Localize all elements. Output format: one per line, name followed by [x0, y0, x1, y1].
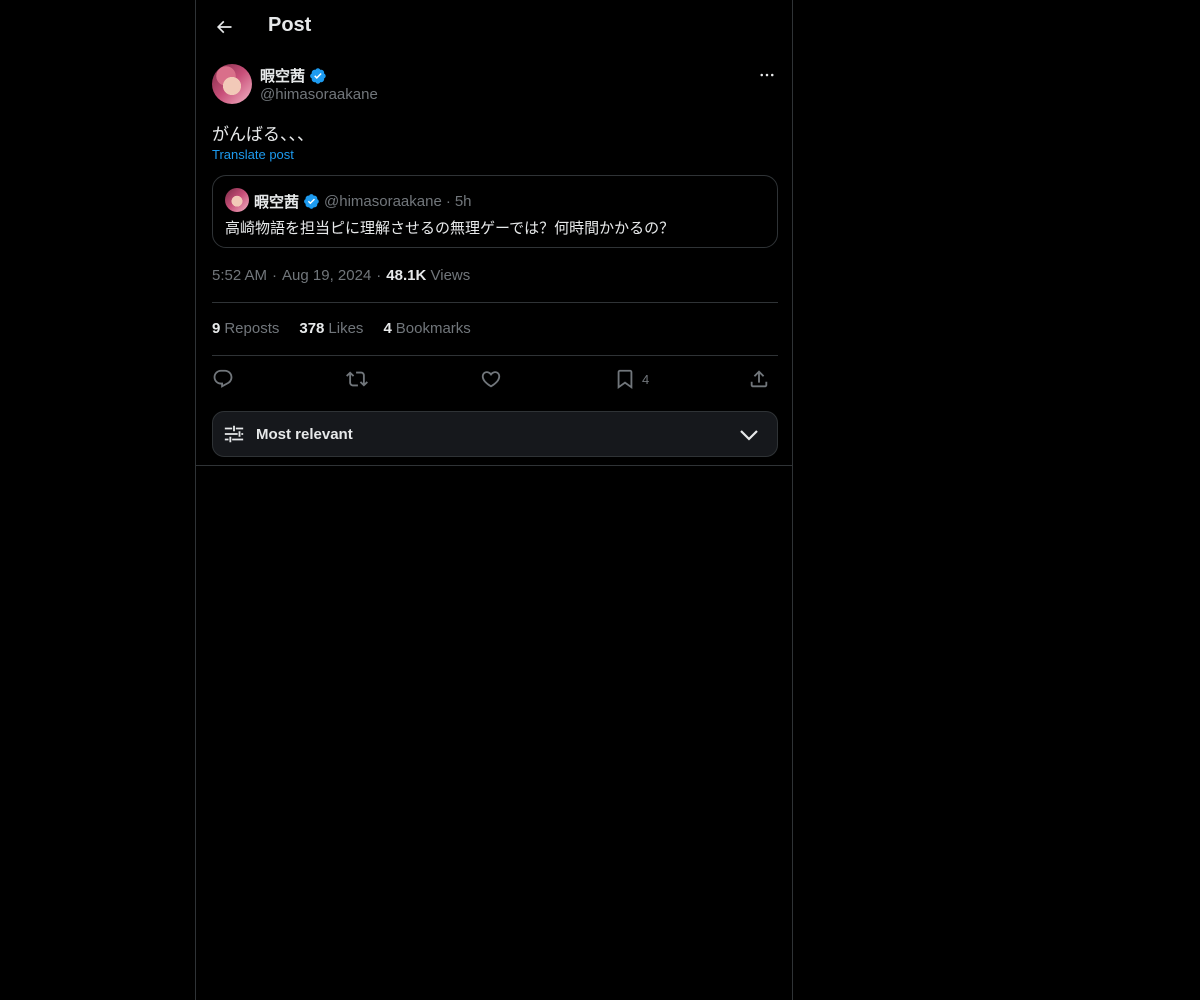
reposts-count: 9: [212, 320, 221, 337]
quote-avatar: [225, 188, 249, 212]
reposts-stat[interactable]: 9 Reposts: [212, 320, 279, 337]
sort-label: Most relevant: [256, 426, 353, 443]
quote-header: 暇空茜 @himasoraakane · 5h: [254, 191, 472, 212]
author-name[interactable]: 暇空茜: [260, 65, 305, 86]
share-button[interactable]: [748, 366, 770, 392]
reply-icon: [213, 369, 233, 388]
quote-timestamp: 5h: [454, 193, 472, 210]
meta-separator: ·: [376, 267, 382, 284]
post-author: 暇空茜 @himasoraakane: [212, 64, 778, 108]
bookmarks-stat[interactable]: 4 Bookmarks: [383, 320, 470, 337]
author-handle[interactable]: @himasoraakane: [260, 86, 378, 103]
bookmark-button[interactable]: 4: [614, 366, 649, 392]
avatar[interactable]: [212, 64, 252, 104]
divider: [212, 302, 778, 303]
verified-badge-icon: [304, 194, 319, 209]
post-text: がんばる、、、: [212, 125, 314, 144]
more-icon: [760, 73, 774, 77]
bookmarks-label: Bookmarks: [395, 320, 471, 337]
page-title: Post: [268, 14, 312, 36]
chevron-down-icon: [740, 430, 758, 441]
reply-sort-dropdown[interactable]: Most relevant: [212, 411, 778, 457]
quoted-post[interactable]: 暇空茜 @himasoraakane · 5h 高崎物語を担当ピに理解させるの無…: [212, 175, 778, 248]
views-label: Views: [430, 267, 471, 284]
bookmarks-count: 4: [383, 320, 392, 337]
back-button[interactable]: [208, 11, 240, 43]
likes-count: 378: [299, 320, 325, 337]
action-bar: 4: [212, 364, 778, 394]
bookmark-count: 4: [642, 371, 650, 387]
divider: [212, 355, 778, 356]
sliders-icon: [224, 425, 244, 443]
repost-icon: [346, 371, 368, 387]
verified-badge-icon: [310, 67, 326, 84]
quote-separator: ·: [445, 193, 451, 210]
post-date[interactable]: Aug 19, 2024: [282, 267, 371, 284]
reposts-label: Reposts: [224, 320, 280, 337]
like-button[interactable]: [480, 366, 502, 392]
repost-button[interactable]: [346, 366, 368, 392]
post-meta: 5:52 AM · Aug 19, 2024 · 48.1K Views: [212, 267, 470, 284]
section-divider: [196, 465, 792, 466]
views-stat[interactable]: 48.1K Views: [386, 267, 470, 284]
bookmark-icon: [617, 369, 633, 390]
quote-text: 高崎物語を担当ピに理解させるの無理ゲーでは？何時間かかるの？: [225, 220, 675, 237]
more-button[interactable]: [756, 64, 778, 86]
share-icon: [750, 370, 768, 388]
quote-author-name: 暇空茜: [254, 194, 300, 211]
meta-separator: ·: [272, 267, 278, 284]
post-time[interactable]: 5:52 AM: [212, 267, 267, 284]
translate-post-link[interactable]: Translate post: [212, 147, 294, 162]
like-icon: [481, 371, 501, 388]
quote-author-handle: @himasoraakane: [324, 193, 442, 210]
post-column: Post 暇空茜 @himasoraakane がんばる、、、 Translat…: [195, 0, 793, 1000]
views-count: 48.1K: [386, 267, 427, 284]
post-stats: 9 Reposts 378 Likes 4 Bookmarks: [212, 320, 471, 337]
likes-label: Likes: [328, 320, 364, 337]
reply-button[interactable]: [212, 366, 234, 392]
post-header: Post: [196, 0, 792, 55]
likes-stat[interactable]: 378 Likes: [299, 320, 363, 337]
back-arrow-icon: [216, 20, 232, 34]
author-name-row[interactable]: 暇空茜: [260, 65, 327, 86]
